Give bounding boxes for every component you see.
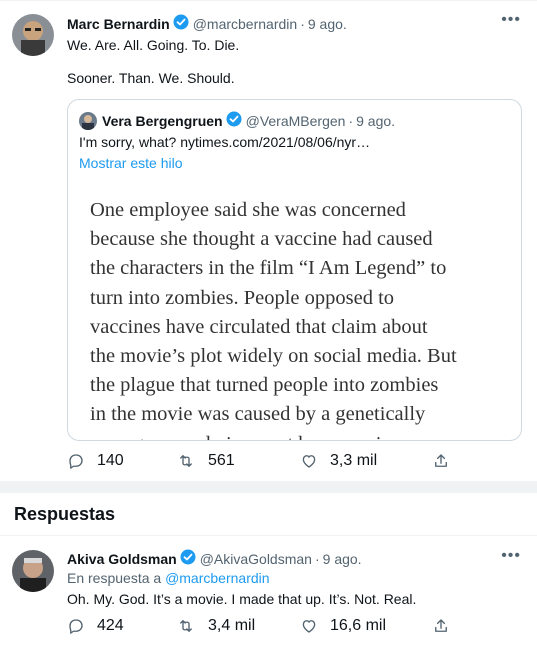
- share-button[interactable]: [432, 452, 462, 470]
- tweet-time[interactable]: 9 ago.: [323, 551, 362, 567]
- reply-button[interactable]: 140: [67, 452, 124, 470]
- retweet-button[interactable]: 561: [176, 452, 235, 470]
- show-thread-link[interactable]: Mostrar este hilo: [79, 155, 182, 171]
- replies-heading: Respuestas: [14, 504, 116, 524]
- more-options-icon[interactable]: •••: [501, 547, 521, 565]
- share-icon: [435, 454, 447, 467]
- reply-button[interactable]: 424: [67, 617, 124, 635]
- article-line: the plague that turned people into zombi…: [90, 374, 439, 397]
- article-line: reprogrammed virus, not by a vaccine.: [90, 430, 510, 440]
- replying-to-handle[interactable]: @marcbernardin: [165, 570, 269, 586]
- verified-icon: [173, 14, 189, 33]
- article-line: the characters in the film “I Am Legend”…: [90, 257, 447, 280]
- author-name[interactable]: Akiva Goldsman: [67, 551, 177, 567]
- reply-count: 424: [97, 617, 124, 634]
- section-divider: [0, 481, 537, 493]
- article-line: turn into zombies. People opposed to: [90, 286, 395, 309]
- tweet-text-line2: Sooner. Than. We. Should.: [67, 70, 235, 86]
- quoted-tweet[interactable]: Vera Bergengruen @VeraMBergen · 9 ago. I…: [67, 99, 522, 441]
- tweet-text: Oh. My. God. It’s a movie. I made that u…: [67, 591, 417, 607]
- replying-to-label: En respuesta a: [67, 570, 162, 586]
- like-button[interactable]: 3,3 mil: [300, 452, 377, 470]
- share-button[interactable]: [432, 617, 462, 635]
- reply-count: 140: [97, 452, 124, 469]
- article-line: the movie’s plot widely on social media.…: [90, 345, 457, 368]
- article-line: One employee said she was concerned: [90, 199, 406, 221]
- author-handle[interactable]: @AkivaGoldsman: [200, 551, 312, 567]
- quote-avatar: [79, 111, 97, 130]
- reply-tweet[interactable]: Akiva Goldsman @AkivaGoldsman · 9 ago. •…: [0, 536, 537, 646]
- article-line: in the movie was caused by a genetically: [90, 403, 426, 426]
- quote-time: 9 ago.: [356, 112, 396, 129]
- quote-text: I'm sorry, what? nytimes.com/2021/08/06/…: [79, 134, 371, 150]
- article-excerpt-image: One employee said she was concerned beca…: [90, 196, 510, 440]
- separator-dot: ·: [348, 112, 354, 129]
- quote-author-handle: @VeraMBergen: [245, 112, 346, 129]
- tweet-time[interactable]: 9 ago.: [308, 16, 347, 32]
- retweet-count: 561: [208, 452, 235, 469]
- more-options-icon[interactable]: •••: [501, 11, 521, 29]
- author-name[interactable]: Marc Bernardin: [67, 16, 170, 32]
- tweet-text-line1: We. Are. All. Going. To. Die.: [67, 37, 240, 53]
- article-line: because she thought a vaccine had caused: [90, 228, 433, 251]
- avatar[interactable]: [12, 14, 54, 56]
- retweet-button[interactable]: 3,4 mil: [176, 617, 255, 635]
- article-line: vaccines have circulated that claim abou…: [90, 315, 428, 338]
- heart-icon: [302, 455, 316, 468]
- main-tweet[interactable]: Marc Bernardin @marcbernardin · 9 ago. •…: [0, 0, 537, 480]
- tweet-header: Marc Bernardin @marcbernardin · 9 ago.: [67, 14, 347, 33]
- separator-dot: ·: [300, 15, 305, 32]
- replying-to: En respuesta a @marcbernardin: [67, 570, 270, 586]
- avatar[interactable]: [12, 550, 54, 592]
- like-count: 16,6 mil: [330, 617, 387, 634]
- reply-icon: [69, 454, 83, 469]
- share-icon: [435, 619, 447, 632]
- like-button[interactable]: 16,6 mil: [300, 617, 386, 635]
- quote-header: Vera Bergengruen @VeraMBergen · 9 ago.: [79, 111, 395, 130]
- separator-dot: ·: [314, 550, 320, 567]
- quote-author-name: Vera Bergengruen: [102, 112, 223, 129]
- author-handle[interactable]: @marcbernardin: [193, 16, 297, 32]
- heart-icon: [302, 620, 316, 633]
- reply-icon: [69, 619, 83, 634]
- tweet-header: Akiva Goldsman @AkivaGoldsman · 9 ago.: [67, 549, 362, 568]
- retweet-icon: [180, 455, 192, 467]
- verified-icon: [180, 549, 196, 568]
- verified-icon: [226, 111, 242, 130]
- retweet-count: 3,4 mil: [208, 617, 256, 634]
- like-count: 3,3 mil: [330, 452, 378, 469]
- retweet-icon: [180, 620, 192, 632]
